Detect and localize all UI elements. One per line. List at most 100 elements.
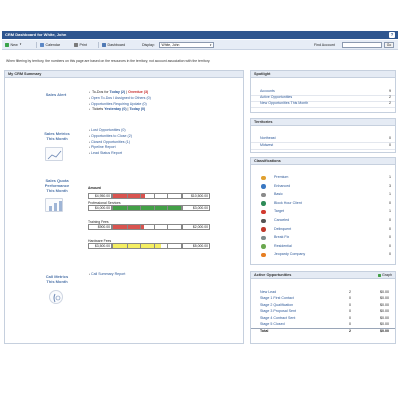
opportunity-stage-amount: $0.00	[380, 302, 389, 307]
classification-label[interactable]: Block Hour Client	[274, 201, 302, 207]
new-icon	[5, 43, 9, 47]
chevron-down-icon: ▼	[209, 44, 212, 48]
quota-tick	[140, 194, 141, 198]
delinquent-icon	[261, 227, 266, 232]
sales-alert-title: Sales Alert	[45, 92, 67, 97]
territories-header: Territories	[251, 119, 395, 126]
opportunity-stage-label[interactable]: Stage 2 Qualification	[260, 303, 293, 309]
quota-target-value: $5,000.00	[182, 243, 210, 249]
classification-count: 0	[389, 243, 391, 248]
quota-tick	[126, 244, 128, 248]
classification-count: 0	[389, 235, 391, 240]
new-button[interactable]: New ▼	[5, 42, 22, 48]
residential-icon	[261, 244, 266, 249]
tickets-yesterday-link[interactable]: Yesterday (0)	[104, 107, 126, 111]
opportunity-stage-label[interactable]: New Lead	[260, 290, 276, 296]
block-hour-icon	[261, 201, 266, 206]
find-account-input[interactable]	[342, 42, 382, 48]
canceled-icon	[261, 218, 266, 223]
classification-label[interactable]: Jeopardy Company	[274, 252, 305, 258]
classification-label[interactable]: Delinquent	[274, 227, 291, 233]
enhanced-icon	[261, 184, 266, 189]
opportunity-stage-count: 0	[349, 296, 351, 301]
opportunity-stage-label[interactable]: Stage 3 Proposal Sent	[260, 309, 296, 315]
spotlight-panel: Spotlight Accounts 9 Active Opportunities 2…	[250, 70, 396, 113]
spotlight-header: Spotlight	[251, 71, 395, 78]
opportunity-stage-amount: $0.00	[380, 315, 389, 320]
calendar-label: Calendar	[45, 43, 61, 47]
classification-count: 0	[389, 218, 391, 222]
opportunity-stage-amount: $0.00	[380, 322, 389, 326]
territories-panel: Territories Northeast 0 Midwest 0	[250, 118, 396, 153]
classification-count: 0	[389, 200, 391, 205]
dashboard-label: Dashboard	[107, 43, 126, 47]
opportunity-total-label: Total	[260, 329, 269, 334]
print-icon	[74, 43, 78, 47]
chevron-down-icon: ▼	[19, 43, 22, 46]
opportunity-stage-label[interactable]: Stage 1 First Contact	[260, 296, 294, 302]
display-label: Display:	[142, 43, 155, 47]
break-fix-icon	[261, 235, 266, 241]
tickets-label: Tickets	[91, 107, 104, 112]
closed-opportunities-link[interactable]: Closed Opportunities (1)	[91, 140, 130, 144]
opportunity-stage-count: 0	[349, 309, 351, 314]
active-opportunities-panel: Active Opportunities Graph New Lead 2 $0.0…	[250, 271, 396, 344]
quota-tick	[167, 225, 168, 229]
open-todos-link[interactable]: Open To-Dos I Assigned to Others (0)	[91, 96, 151, 100]
pipeline-report-link[interactable]: Pipeline Report	[91, 145, 116, 149]
graph-label: Graph	[382, 273, 392, 277]
opportunity-total-amount: $0.00	[380, 329, 389, 334]
call-summary-report-link[interactable]: Call Summary Report	[91, 272, 125, 276]
quota-progress-bar	[112, 205, 182, 211]
quota-tick	[153, 206, 155, 210]
lost-opportunities-link[interactable]: Lost Opportunities (0)	[91, 128, 126, 132]
todo-today-link[interactable]: Today (2)	[110, 90, 126, 94]
help-icon[interactable]: ?	[389, 32, 395, 38]
quota-progress-fill	[113, 225, 144, 229]
display-select[interactable]: White, John ▼	[159, 42, 214, 48]
target-icon	[261, 209, 266, 215]
print-button[interactable]: Print	[74, 42, 87, 48]
sales-quota-title: Sales Quota Performance This Month	[44, 178, 70, 193]
quota-tick	[126, 206, 128, 210]
toolbar: New ▼ Calendar Print Dashboard Display: …	[2, 40, 398, 50]
call-metrics-list: •Call Summary Report	[88, 272, 126, 276]
opportunity-total-count: 2	[349, 329, 351, 334]
classification-count: 0	[389, 226, 391, 231]
todo-overdue-link[interactable]: Overdue (3)	[128, 90, 148, 94]
opportunity-stage-amount: $0.00	[380, 309, 389, 314]
row-divider	[251, 148, 395, 149]
opportunity-stage-label[interactable]: Stage 5 Closed	[260, 322, 285, 328]
quota-actual-value: $3,500.00	[88, 243, 112, 249]
opportunity-stage-label[interactable]: Stage 4 Contract Sent	[260, 316, 295, 322]
quota-tick	[140, 206, 141, 210]
classification-label[interactable]: Enhanced	[274, 184, 290, 190]
opportunities-to-close-link[interactable]: Opportunities to Close (2)	[91, 134, 132, 138]
window-title-bar: CRM Dashboard for White, John ?	[2, 31, 398, 39]
classification-label[interactable]: Basic	[274, 192, 283, 198]
classification-label[interactable]: Target	[274, 209, 284, 215]
classification-label[interactable]: Canceled	[274, 218, 289, 224]
active-opportunities-header: Active Opportunities	[251, 272, 395, 279]
dashboard-button[interactable]: Dashboard	[102, 42, 125, 48]
opportunity-stage-amount: $0.00	[380, 290, 389, 294]
go-button[interactable]: Go	[384, 42, 394, 48]
graph-button[interactable]: Graph	[377, 273, 392, 278]
calendar-button[interactable]: Calendar	[40, 42, 60, 48]
quota-tick	[167, 194, 168, 198]
quota-tick	[153, 194, 155, 198]
classification-label[interactable]: Break Fix	[274, 235, 289, 241]
classification-label[interactable]: Premium	[274, 175, 288, 181]
quota-tick	[140, 244, 141, 248]
classifications-panel: Classifications Premium 1 Enhanced 3 Basic 1 B…	[250, 157, 396, 265]
lead-status-report-link[interactable]: Lead Status Report	[91, 151, 122, 155]
quota-target-value: $3,000.00	[182, 205, 210, 211]
classification-label[interactable]: Residential	[274, 244, 292, 250]
opportunities-update-link[interactable]: Opportunities Requiring Update (0)	[91, 102, 147, 106]
calendar-icon	[40, 43, 44, 47]
quota-tick	[126, 225, 128, 229]
opportunity-stage-count: 0	[349, 322, 351, 326]
tickets-today-link[interactable]: Today (0)	[130, 107, 146, 111]
quota-actual-value: $900.00	[88, 224, 112, 230]
opportunity-stage-count: 2	[349, 290, 351, 294]
